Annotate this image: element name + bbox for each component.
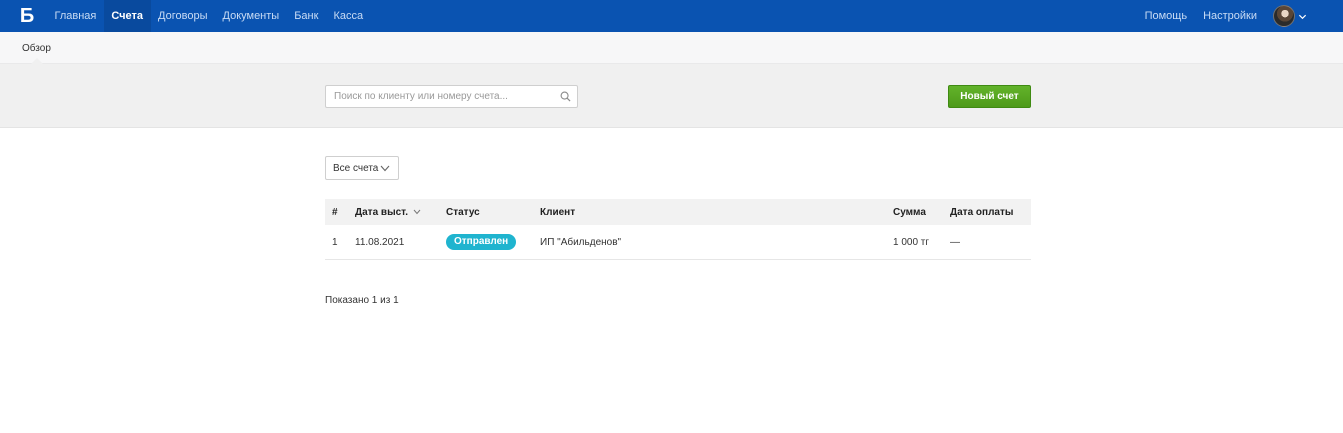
search-input[interactable] — [326, 86, 554, 107]
invoice-filter-select[interactable]: Все счета — [325, 156, 399, 180]
top-nav-bar: Б Главная Счета Договоры Документы Банк … — [0, 0, 1343, 32]
cell-status: Отправлен — [446, 225, 517, 259]
nav-item-bank[interactable]: Банк — [287, 0, 326, 32]
chevron-down-icon — [380, 165, 390, 172]
main-nav: Главная Счета Договоры Документы Банк Ка… — [47, 0, 371, 32]
header-client: Клиент — [540, 206, 576, 218]
toolbar: Новый счет — [0, 64, 1343, 128]
filter-selected-label: Все счета — [333, 162, 379, 174]
invoices-table: # Дата выст. Статус Клиент Сумма Дата оп… — [325, 199, 1031, 260]
avatar — [1273, 5, 1295, 27]
app-logo[interactable]: Б — [16, 0, 38, 32]
table-header: # Дата выст. Статус Клиент Сумма Дата оп… — [325, 199, 1031, 225]
header-sum: Сумма — [893, 206, 926, 218]
header-date[interactable]: Дата выст. — [355, 199, 421, 225]
status-badge: Отправлен — [446, 234, 517, 250]
header-num: # — [332, 206, 338, 218]
search-box — [325, 85, 578, 108]
nav-item-cash[interactable]: Касса — [326, 0, 371, 32]
cell-paid-date: — — [950, 236, 960, 248]
new-invoice-button[interactable]: Новый счет — [948, 85, 1031, 108]
sort-chevron-icon — [413, 209, 421, 215]
cell-num: 1 — [332, 236, 338, 248]
header-paid-date: Дата оплаты — [950, 206, 1014, 218]
header-status: Статус — [446, 206, 480, 218]
nav-item-home[interactable]: Главная — [47, 0, 104, 32]
table-row[interactable]: 1 11.08.2021 Отправлен ИП "Абильденов" 1… — [325, 225, 1031, 260]
sub-nav-bar: Обзор — [0, 32, 1343, 64]
nav-item-documents[interactable]: Документы — [215, 0, 287, 32]
help-link[interactable]: Помощь — [1137, 0, 1196, 32]
nav-item-contracts[interactable]: Договоры — [151, 0, 215, 32]
nav-item-invoices[interactable]: Счета — [103, 0, 151, 32]
chevron-down-icon — [1298, 14, 1307, 19]
settings-link[interactable]: Настройки — [1195, 0, 1265, 32]
pagination-summary: Показано 1 из 1 — [325, 295, 399, 306]
cell-sum: 1 000 тг — [893, 236, 930, 248]
nav-right: Помощь Настройки — [1137, 0, 1343, 32]
header-date-label: Дата выст. — [355, 206, 408, 218]
search-icon[interactable] — [560, 91, 571, 102]
user-menu[interactable] — [1265, 0, 1343, 32]
cell-client: ИП "Абильденов" — [540, 236, 622, 248]
cell-date: 11.08.2021 — [355, 236, 405, 248]
